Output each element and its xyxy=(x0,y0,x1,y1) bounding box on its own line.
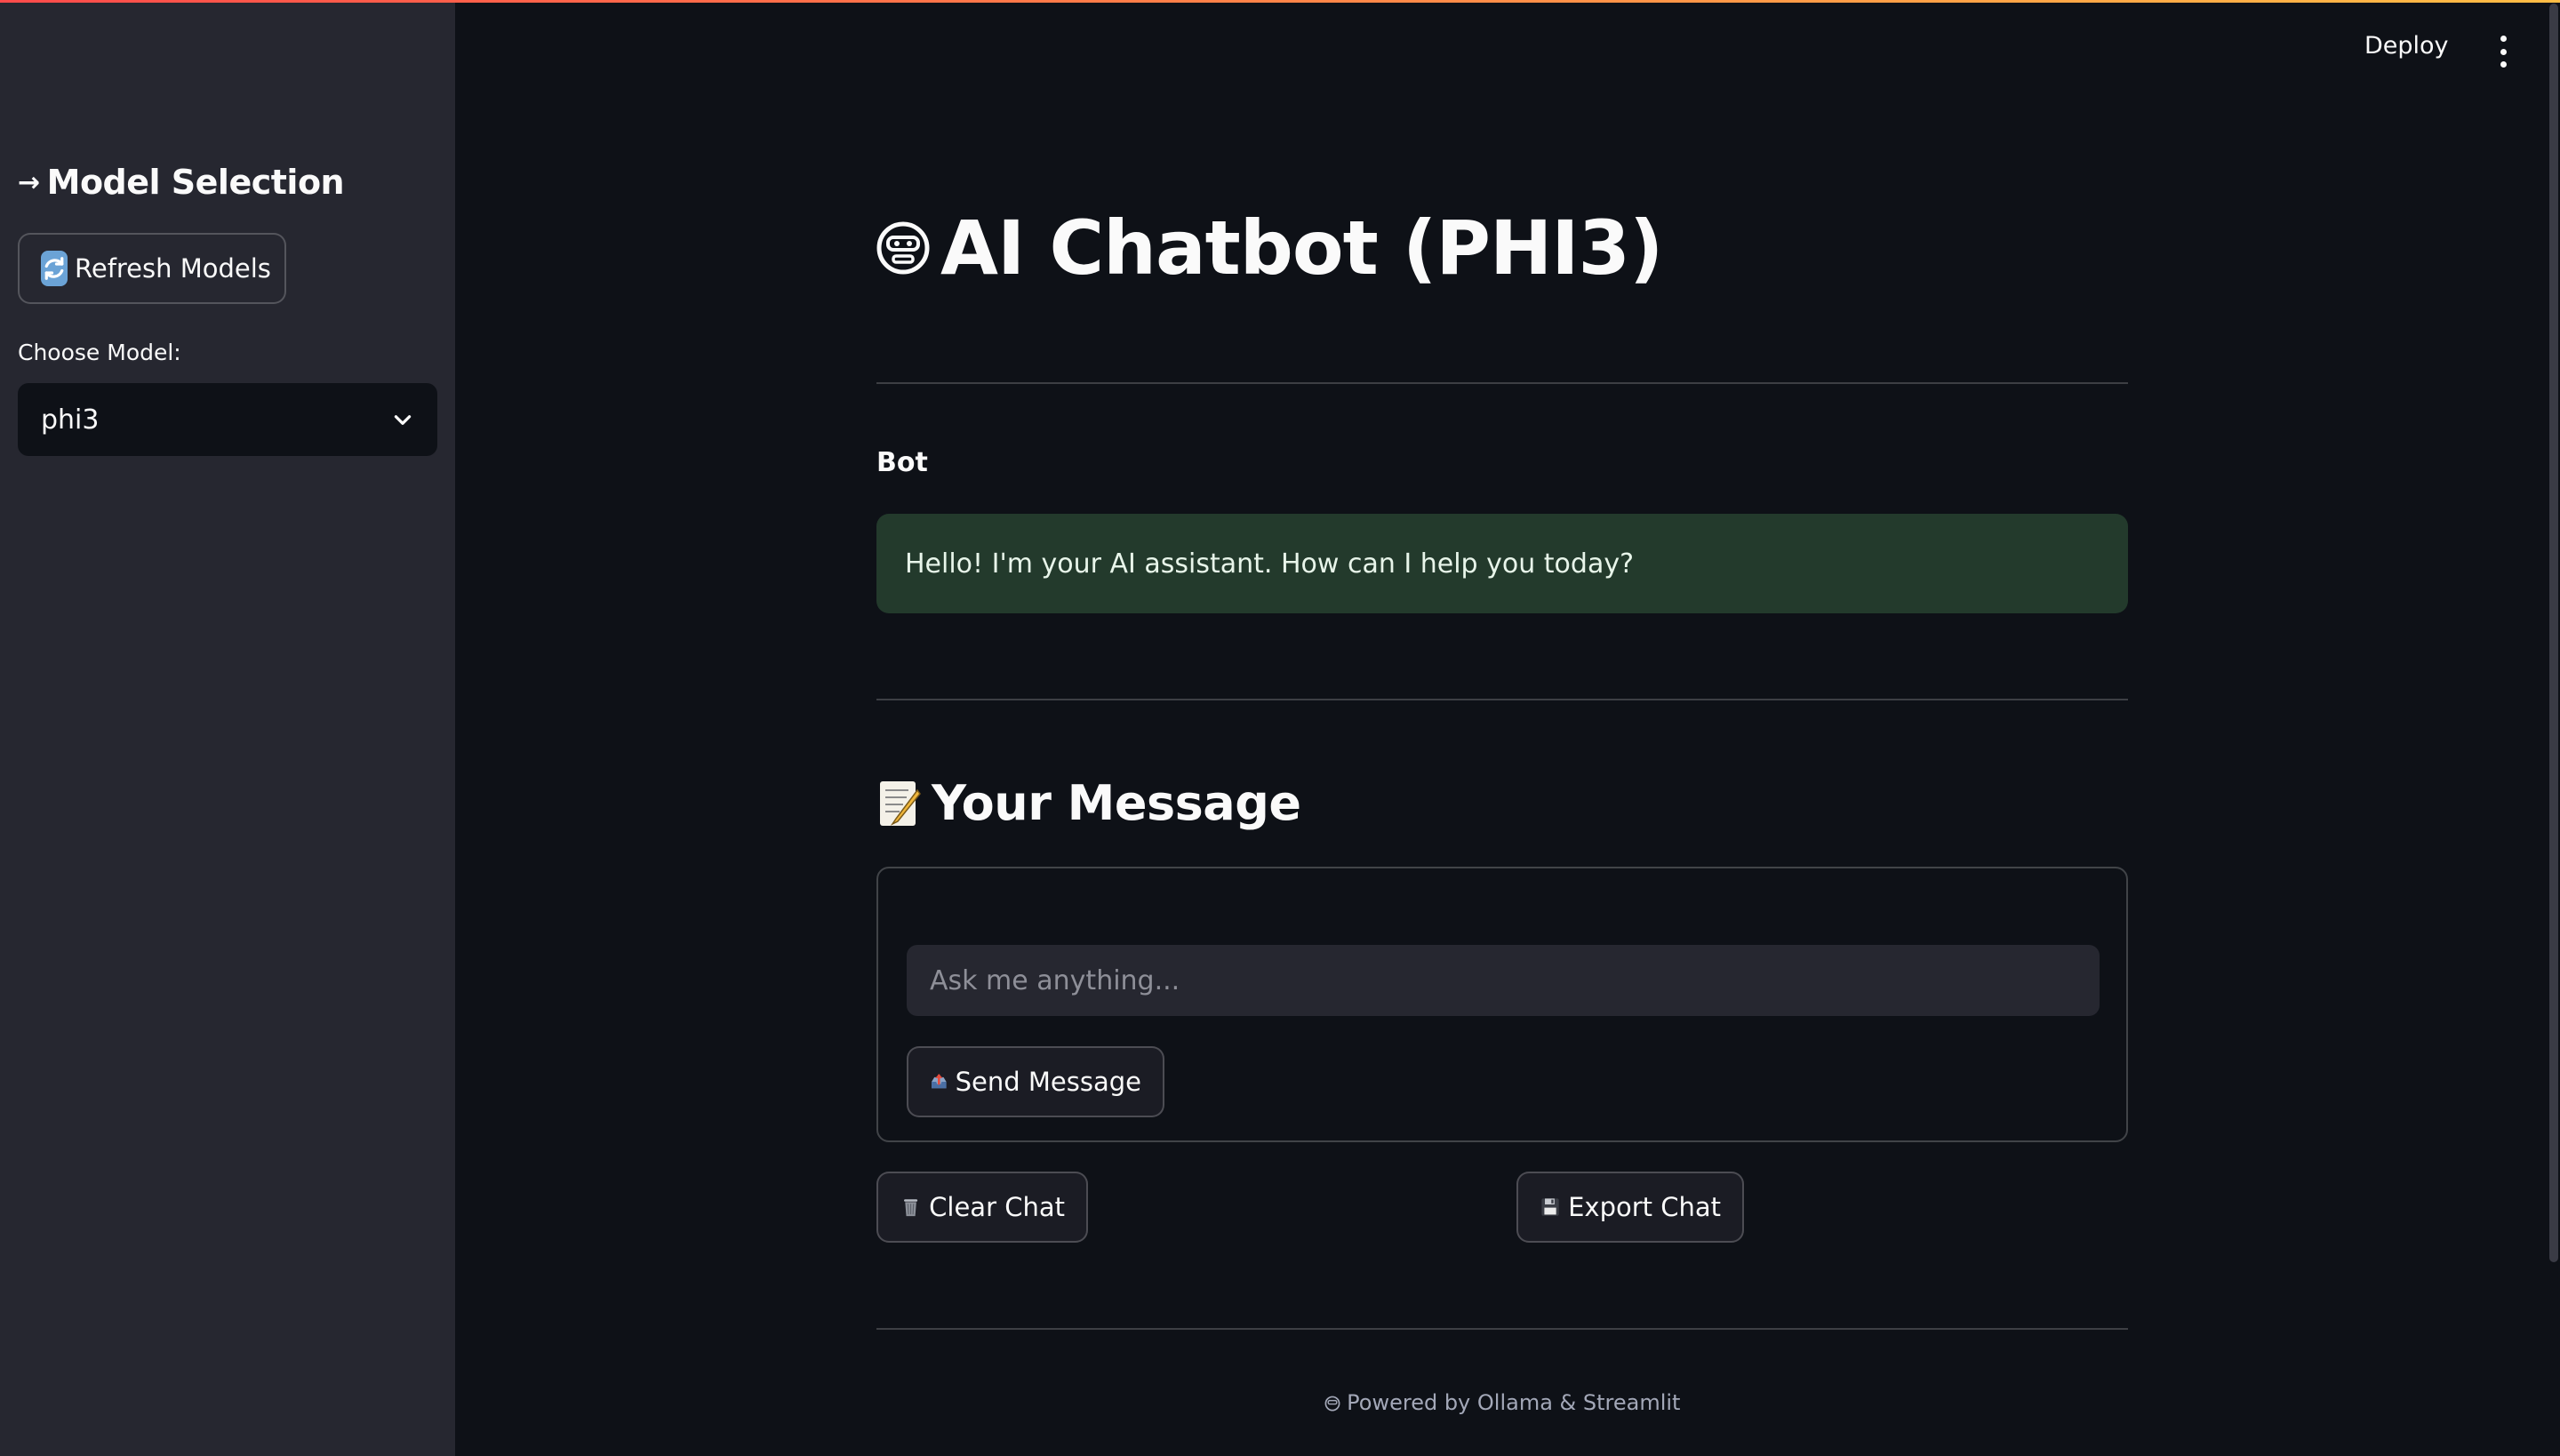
deploy-button[interactable]: Deploy xyxy=(2364,32,2449,60)
choose-model-label: Choose Model: xyxy=(18,340,181,365)
clear-chat-label: Clear Chat xyxy=(929,1192,1065,1222)
divider xyxy=(876,1328,2128,1330)
send-message-label: Send Message xyxy=(955,1067,1141,1097)
sidebar-title-text: Model Selection xyxy=(46,163,345,202)
bot-message: Hello! I'm your AI assistant. How can I … xyxy=(876,514,2128,613)
message-input[interactable] xyxy=(907,945,2100,1016)
refresh-models-button[interactable]: Refresh Models xyxy=(18,233,286,304)
footer: Powered by Ollama & Streamlit xyxy=(876,1390,2128,1415)
kebab-menu-icon[interactable] xyxy=(2496,36,2510,68)
robot-face-icon xyxy=(1324,1396,1340,1412)
footer-text: Powered by Ollama & Streamlit xyxy=(1347,1390,1681,1415)
memo-icon xyxy=(880,780,921,826)
divider xyxy=(876,382,2128,384)
sidebar: → Model Selection Refresh Models Choose … xyxy=(0,3,455,1456)
bot-message-text: Hello! I'm your AI assistant. How can I … xyxy=(905,548,1635,580)
model-select-value: phi3 xyxy=(41,404,100,436)
scrollbar[interactable] xyxy=(2549,4,2558,1262)
sidebar-title: → Model Selection xyxy=(18,163,345,202)
arrow-right-icon: → xyxy=(18,166,40,198)
divider xyxy=(876,699,2128,700)
wastebasket-icon xyxy=(904,1199,918,1217)
robot-face-icon xyxy=(876,221,930,275)
your-message-heading-text: Your Message xyxy=(932,775,1301,831)
page-title: AI Chatbot (PHI3) xyxy=(875,204,1663,292)
chevron-down-icon xyxy=(394,415,412,425)
model-select[interactable]: phi3 xyxy=(18,383,437,456)
message-form: Send Message xyxy=(876,867,2128,1142)
page-title-text: AI Chatbot (PHI3) xyxy=(940,204,1663,292)
export-chat-label: Export Chat xyxy=(1568,1192,1721,1222)
outbox-tray-icon xyxy=(932,1074,947,1089)
refresh-icon xyxy=(41,251,68,286)
your-message-heading: Your Message xyxy=(876,775,1301,831)
bot-label: Bot xyxy=(876,447,928,478)
floppy-disk-icon xyxy=(1541,1198,1559,1216)
send-message-button[interactable]: Send Message xyxy=(907,1046,1164,1117)
refresh-models-label: Refresh Models xyxy=(75,253,271,284)
export-chat-button[interactable]: Export Chat xyxy=(1516,1172,1744,1243)
clear-chat-button[interactable]: Clear Chat xyxy=(876,1172,1088,1243)
